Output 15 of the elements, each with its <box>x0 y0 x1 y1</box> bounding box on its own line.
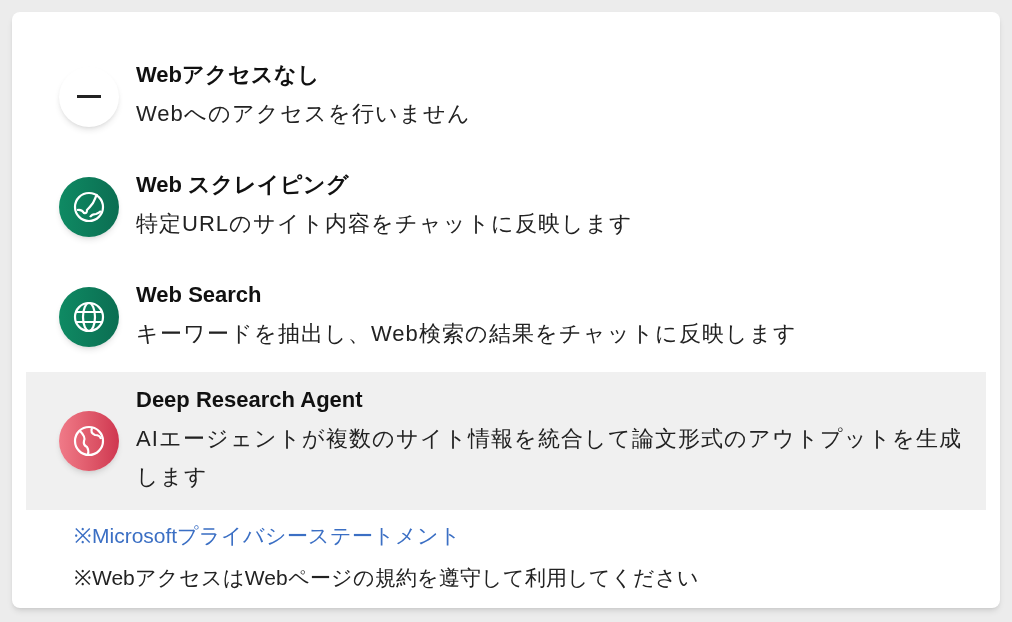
usage-note: ※WebアクセスはWebページの規約を遵守して利用してください <box>74 564 700 591</box>
option-item[interactable]: Deep Research Agent AIエージェントが複数のサイト情報を統合して論文形式のアウトプットを生成します <box>26 372 986 510</box>
option-description: 特定URLのサイト内容をチャットに反映します <box>136 210 633 238</box>
globe-icon <box>72 300 106 334</box>
globe-icon <box>72 424 106 458</box>
globe-icon <box>72 190 106 224</box>
option-description: AIエージェントが複数のサイト情報を統合して論文形式のアウトプットを生成します <box>136 425 963 491</box>
dash-icon <box>77 95 101 99</box>
option-title: Deep Research Agent <box>136 386 364 414</box>
option-title: Webアクセスなし <box>136 61 322 89</box>
option-description: Webへのアクセスを行いません <box>136 100 471 128</box>
option-description: キーワードを抽出し、Web検索の結果をチャットに反映します <box>136 320 797 348</box>
option-title: Web Search <box>136 281 263 309</box>
option-title: Web スクレイピング <box>136 171 351 199</box>
privacy-link[interactable]: ※Microsoftプライバシーステートメント <box>74 520 462 552</box>
